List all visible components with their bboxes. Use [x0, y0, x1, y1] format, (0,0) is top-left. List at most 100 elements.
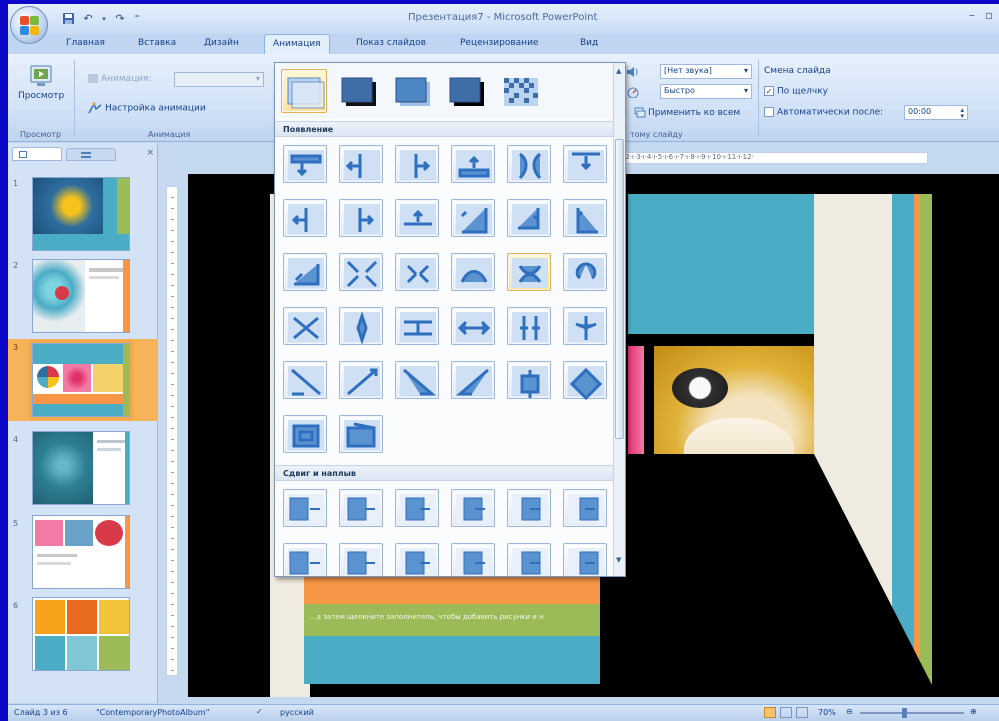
transition-option-icon[interactable]	[339, 489, 383, 527]
slide-caption[interactable]: ...а затем щелкните заполнитель, чтобы д…	[304, 604, 600, 636]
pane-splitter[interactable]	[158, 143, 164, 703]
undo-dropdown-icon[interactable]: ▾	[100, 11, 108, 26]
transition-option-icon[interactable]	[283, 361, 327, 399]
scroll-down-icon[interactable]: ▼	[616, 556, 621, 564]
transition-option-icon[interactable]	[507, 489, 551, 527]
transition-option-icon[interactable]	[339, 543, 383, 576]
slide-thumbnail-4[interactable]	[32, 431, 130, 505]
apply-all-button[interactable]: Применить ко всем	[634, 107, 740, 118]
zoom-level[interactable]: 70%	[818, 708, 836, 717]
save-icon[interactable]	[60, 11, 76, 26]
transition-option-icon[interactable]	[507, 253, 551, 291]
transition-option-icon[interactable]	[395, 145, 439, 183]
gallery-scroll-thumb[interactable]	[615, 139, 624, 439]
transition-option-icon[interactable]	[507, 307, 551, 345]
qat-customize-icon[interactable]: ⁼	[132, 11, 142, 26]
transition-option-icon[interactable]	[283, 307, 327, 345]
transition-option-icon[interactable]	[283, 415, 327, 453]
transition-option-icon[interactable]	[339, 361, 383, 399]
transition-option-icon[interactable]	[451, 307, 495, 345]
transition-option-icon[interactable]	[451, 145, 495, 183]
normal-view-icon[interactable]	[764, 707, 776, 718]
speed-combo[interactable]: Быстро ▾	[660, 84, 752, 99]
transition-option-icon[interactable]	[283, 253, 327, 291]
preview-button[interactable]: Просмотр	[18, 64, 64, 114]
transition-option-icon[interactable]	[395, 361, 439, 399]
transition-option-icon[interactable]	[563, 307, 607, 345]
transition-option-icon[interactable]	[563, 361, 607, 400]
redo-icon[interactable]: ↷	[112, 11, 128, 26]
tab-insert[interactable]: Вставка	[138, 38, 176, 48]
transition-option-icon[interactable]	[283, 489, 327, 527]
gallery-scrollbar[interactable]: ▲ ▼	[613, 63, 625, 576]
transition-fade-icon[interactable]	[389, 69, 435, 113]
auto-advance-checkbox[interactable]: Автоматически после:	[764, 107, 883, 118]
tab-review[interactable]: Рецензирование	[460, 38, 538, 48]
transition-fade-black-icon[interactable]	[335, 69, 381, 113]
spellcheck-icon[interactable]: ✓	[256, 707, 263, 716]
transition-option-icon[interactable]	[507, 145, 551, 183]
transition-option-icon[interactable]	[339, 253, 383, 291]
transition-option-icon[interactable]	[395, 253, 439, 291]
scroll-up-icon[interactable]: ▲	[616, 67, 621, 75]
transition-cut-black-icon[interactable]	[443, 69, 489, 113]
minimize-icon[interactable]: –	[969, 8, 975, 22]
tab-home[interactable]: Главная	[66, 38, 105, 48]
slide-teal-band	[304, 636, 600, 684]
transition-option-icon[interactable]	[507, 361, 551, 399]
transition-option-icon[interactable]	[339, 415, 383, 453]
transition-option-icon[interactable]	[339, 145, 383, 183]
transition-option-icon[interactable]	[507, 543, 551, 576]
slides-tab[interactable]	[12, 147, 62, 161]
transition-option-icon[interactable]	[339, 307, 383, 345]
transition-option-icon[interactable]	[563, 543, 607, 576]
transition-option-icon[interactable]	[395, 543, 439, 576]
zoom-slider[interactable]	[860, 712, 964, 714]
slide-thumbnail-6[interactable]	[32, 597, 130, 671]
transition-option-icon[interactable]	[451, 253, 495, 291]
auto-advance-time[interactable]: 00:00 ▴ ▾	[904, 105, 968, 120]
transition-option-icon[interactable]	[563, 145, 607, 183]
zoom-in-icon[interactable]: ⊕	[970, 707, 977, 716]
tab-design[interactable]: Дизайн	[204, 38, 239, 48]
slide-thumbnail-2[interactable]	[32, 259, 130, 333]
transition-option-icon[interactable]	[395, 199, 439, 237]
transition-dissolve-icon[interactable]	[497, 69, 543, 113]
transition-option-icon[interactable]	[507, 199, 551, 237]
transition-option-icon[interactable]	[395, 489, 439, 527]
transition-option-icon[interactable]	[451, 199, 495, 237]
transition-none-icon[interactable]	[281, 69, 327, 113]
zoom-slider-thumb[interactable]	[902, 708, 907, 718]
transition-option-icon[interactable]	[563, 489, 607, 527]
transition-option-icon[interactable]	[283, 199, 327, 237]
transition-option-icon[interactable]	[451, 361, 495, 399]
restore-icon[interactable]: ▫	[985, 8, 993, 22]
outline-tab[interactable]	[66, 148, 116, 161]
office-button[interactable]	[10, 6, 48, 44]
slideshow-view-icon[interactable]	[796, 707, 808, 718]
on-click-checkbox[interactable]: ✓ По щелчку	[764, 86, 828, 97]
zoom-out-icon[interactable]: ⊖	[846, 707, 853, 716]
sound-combo[interactable]: [Нет звука] ▾	[660, 64, 752, 79]
slide-thumbnail-5[interactable]	[32, 515, 130, 589]
transition-option-icon[interactable]	[451, 543, 495, 576]
transition-option-icon[interactable]	[283, 543, 327, 576]
slide-thumbnail-1[interactable]	[32, 177, 130, 251]
slide-sorter-icon[interactable]	[780, 707, 792, 718]
close-icon[interactable]: ×	[146, 148, 154, 158]
transition-option-icon[interactable]	[283, 145, 327, 183]
tab-slideshow[interactable]: Показ слайдов	[356, 38, 426, 48]
status-language[interactable]: русский	[280, 708, 314, 717]
tab-animation[interactable]: Анимация	[264, 34, 330, 55]
undo-icon[interactable]: ↶	[80, 11, 96, 26]
custom-animation-button[interactable]: Настройка анимации	[88, 102, 206, 114]
animation-combo[interactable]: ▾	[174, 72, 264, 87]
transition-option-icon[interactable]	[563, 199, 607, 237]
transition-option-icon[interactable]	[563, 253, 607, 291]
tab-view[interactable]: Вид	[580, 38, 598, 48]
transition-option-icon[interactable]	[395, 307, 439, 345]
status-bar: Слайд 3 из 6 "ContemporaryPhotoAlbum" ✓ …	[8, 704, 999, 721]
slide-thumbnail-3[interactable]	[29, 340, 133, 420]
transition-option-icon[interactable]	[339, 199, 383, 237]
transition-option-icon[interactable]	[451, 489, 495, 527]
